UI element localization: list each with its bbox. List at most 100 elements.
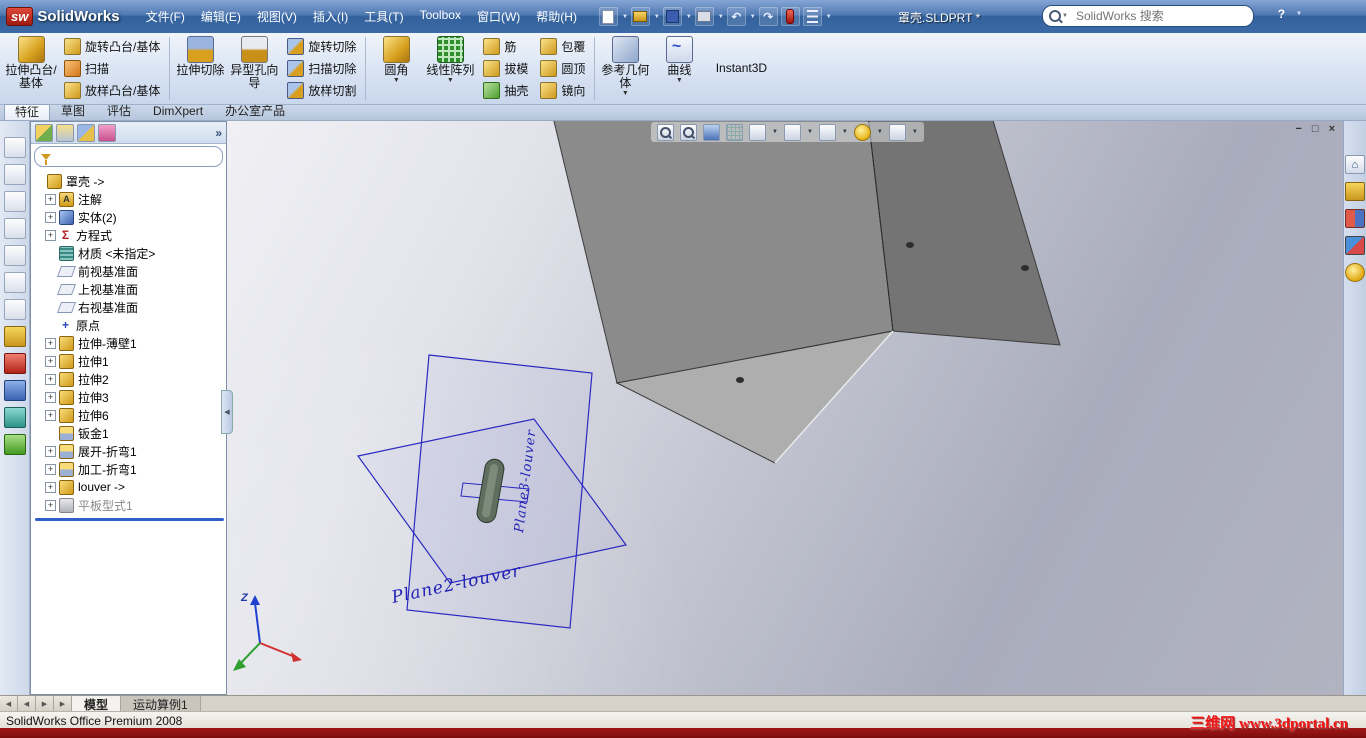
panel-collapse-handle[interactable]: ◀	[221, 390, 233, 434]
loft-cut-button[interactable]: 放样切割	[283, 80, 360, 101]
fillet-dropdown-icon[interactable]: ▼	[393, 77, 400, 84]
tree-item[interactable]: + 拉伸6	[33, 406, 226, 424]
sketch-pencil-icon[interactable]	[3, 326, 26, 347]
file-explorer-icon[interactable]	[1345, 209, 1365, 228]
graphics-viewport[interactable]: Plane3-louver Plane2-louver Z ▼ ▼ ▼ ▼ ▼ …	[227, 121, 1343, 695]
expand-icon[interactable]: +	[45, 355, 56, 367]
loft-boss-button[interactable]: 放样凸台/基体	[60, 80, 164, 101]
menu-view[interactable]: 视图(V)	[249, 5, 305, 28]
print-icon[interactable]	[694, 7, 714, 26]
view-tool-icon[interactable]	[3, 191, 26, 212]
measure-tool-icon[interactable]	[3, 407, 26, 428]
wrap-button[interactable]: 包覆	[536, 36, 589, 57]
open-dropdown-icon[interactable]: ▼	[654, 14, 660, 20]
tree-item[interactable]: + 加工-折弯1	[33, 460, 226, 478]
tab-sketch[interactable]: 草图	[50, 103, 96, 120]
view-tool-icon[interactable]	[3, 137, 26, 158]
linear-pattern-button[interactable]: 线性阵列 ▼	[423, 33, 477, 104]
extrude-boss-button[interactable]: 拉伸凸台/基体	[4, 33, 58, 104]
help-dropdown-icon[interactable]: ▼	[1296, 11, 1302, 17]
tree-item[interactable]: 材质 <未指定>	[33, 244, 226, 262]
part-hole[interactable]	[1021, 265, 1029, 271]
reference-geometry-dropdown-icon[interactable]: ▼	[622, 90, 629, 97]
new-dropdown-icon[interactable]: ▼	[622, 14, 628, 20]
zoom-to-area-icon[interactable]	[680, 123, 697, 141]
view-tool-icon[interactable]	[3, 218, 26, 239]
shell-button[interactable]: 抽壳	[479, 80, 532, 101]
expand-icon[interactable]: +	[45, 391, 56, 403]
tree-item[interactable]: 钣金1	[33, 424, 226, 442]
expand-icon[interactable]: +	[45, 499, 56, 511]
save-dropdown-icon[interactable]: ▼	[686, 14, 692, 20]
zoom-to-fit-icon[interactable]	[657, 123, 674, 141]
appearances-scenes-icon[interactable]	[1345, 263, 1365, 282]
options-list-icon[interactable]	[802, 7, 822, 26]
curves-dropdown-icon[interactable]: ▼	[676, 77, 683, 84]
scene-dropdown-icon[interactable]: ▼	[912, 129, 918, 135]
tree-item[interactable]: 右视基准面	[33, 298, 226, 316]
dimxpertmanager-tab-icon[interactable]	[98, 123, 116, 142]
display-style-dropdown-icon[interactable]: ▼	[807, 129, 813, 135]
tree-item-root[interactable]: 罩壳 ->	[33, 172, 226, 190]
view-tool-icon[interactable]	[3, 164, 26, 185]
linear-pattern-dropdown-icon[interactable]: ▼	[447, 77, 454, 84]
design-library-icon[interactable]	[1345, 182, 1365, 201]
menu-help[interactable]: 帮助(H)	[528, 5, 585, 28]
filter-input[interactable]	[55, 149, 216, 164]
expand-icon[interactable]: +	[45, 409, 56, 421]
tree-item[interactable]: + 展开-折弯1	[33, 442, 226, 460]
solidworks-resources-home-icon[interactable]: ⌂	[1345, 155, 1365, 174]
tree-item[interactable]: + Σ 方程式	[33, 226, 226, 244]
view-palette-icon[interactable]	[1345, 236, 1365, 255]
appearance-dropdown-icon[interactable]: ▼	[877, 129, 883, 135]
open-document-icon[interactable]	[630, 7, 650, 26]
tree-item[interactable]: + A 注解	[33, 190, 226, 208]
expand-icon[interactable]: +	[45, 229, 56, 241]
apply-scene-icon[interactable]	[888, 123, 906, 141]
featuremanager-tab-icon[interactable]	[35, 123, 53, 142]
hide-show-items-icon[interactable]	[818, 123, 836, 141]
tree-item[interactable]: + 拉伸-薄壁1	[33, 334, 226, 352]
edit-appearance-icon[interactable]	[853, 123, 871, 141]
search-input[interactable]	[1073, 8, 1247, 24]
tab-evaluate[interactable]: 评估	[96, 103, 142, 120]
part-face-right[interactable]	[867, 121, 1061, 346]
menu-insert[interactable]: 插入(I)	[305, 5, 356, 28]
mirror-button[interactable]: 镜向	[536, 80, 589, 101]
tree-item[interactable]: + 实体(2)	[33, 208, 226, 226]
view-tool-icon[interactable]	[3, 245, 26, 266]
view-orientation-icon[interactable]	[749, 123, 766, 141]
check-tool-icon[interactable]	[3, 434, 26, 455]
search-box[interactable]: ▼	[1042, 5, 1254, 27]
tab-office-products[interactable]: 办公室产品	[214, 103, 296, 120]
rollback-bar[interactable]	[35, 518, 224, 521]
relations-tool-icon[interactable]	[3, 380, 26, 401]
expand-icon[interactable]: +	[45, 373, 56, 385]
part-hole[interactable]	[906, 242, 914, 248]
propertymanager-tab-icon[interactable]	[56, 123, 74, 142]
tab-scroll-last-icon[interactable]: ▶	[54, 696, 72, 712]
revolve-boss-button[interactable]: 旋转凸台/基体	[60, 36, 164, 57]
tree-item[interactable]: + louver ->	[33, 478, 226, 496]
expand-icon[interactable]: +	[45, 337, 56, 349]
tree-item[interactable]: 前视基准面	[33, 262, 226, 280]
undo-icon[interactable]: ↶	[726, 7, 746, 26]
draft-button[interactable]: 拔模	[479, 58, 532, 79]
undo-dropdown-icon[interactable]: ▼	[750, 14, 756, 20]
print-dropdown-icon[interactable]: ▼	[718, 14, 724, 20]
expand-icon[interactable]: +	[45, 481, 56, 493]
minimize-icon[interactable]: −	[1295, 123, 1301, 135]
dimension-tool-icon[interactable]	[3, 353, 26, 374]
expand-icon[interactable]: +	[45, 463, 56, 475]
expand-icon[interactable]: +	[45, 211, 56, 223]
instant3d-button[interactable]: Instant3D	[706, 33, 776, 104]
save-icon[interactable]	[662, 7, 682, 26]
hole-wizard-button[interactable]: 异型孔向导	[227, 33, 281, 104]
view-tool-icon[interactable]	[3, 272, 26, 293]
search-scope-dropdown-icon[interactable]: ▼	[1062, 13, 1068, 19]
view-orientation-dropdown-icon[interactable]: ▼	[772, 129, 778, 135]
tab-scroll-next-icon[interactable]: ▶	[36, 696, 54, 712]
sweep-button[interactable]: 扫描	[60, 58, 164, 79]
view-tool-icon[interactable]	[3, 299, 26, 320]
options-dropdown-icon[interactable]: ▼	[826, 14, 832, 20]
